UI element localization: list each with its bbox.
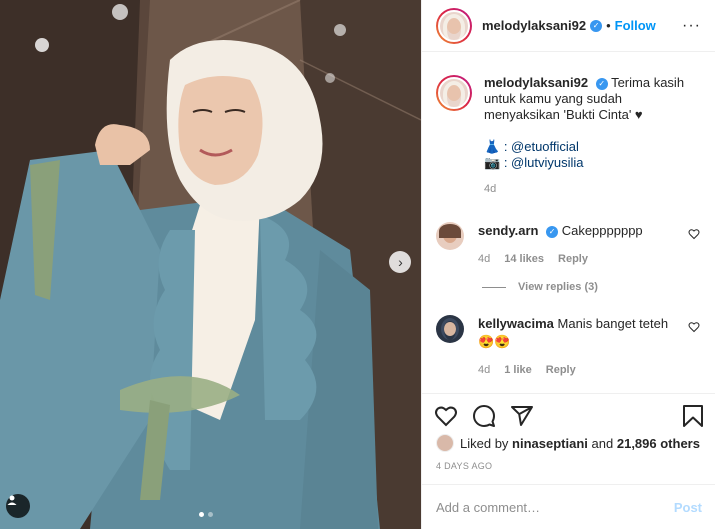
author-username[interactable]: melodylaksani92: [482, 18, 586, 33]
comment-time: 4d: [478, 364, 491, 376]
author-avatar[interactable]: [436, 7, 472, 44]
separator-dot: •: [606, 18, 611, 33]
photo-illustration: [0, 0, 421, 529]
caption-author-avatar[interactable]: [436, 75, 472, 111]
post-header: melodylaksani92 ✓ • Follow ···: [422, 0, 715, 52]
post-actions-bar: [422, 393, 715, 437]
post-photo[interactable]: ›: [0, 0, 421, 529]
carousel-next-button[interactable]: ›: [389, 251, 411, 273]
share-icon[interactable]: [510, 404, 534, 428]
liker-avatar[interactable]: [436, 434, 454, 452]
likes-prefix: Liked by: [460, 435, 509, 451]
comment-text: Cakeppppppp: [561, 223, 643, 238]
bookmark-icon[interactable]: [682, 404, 704, 428]
verified-badge-icon: ✓: [595, 77, 608, 90]
comment-like-heart-icon[interactable]: [688, 321, 700, 333]
comments-list[interactable]: melodylaksani92 ✓ Terima kasih untuk kam…: [422, 67, 715, 393]
comment-likes[interactable]: 1 like: [504, 361, 532, 379]
follow-button[interactable]: Follow: [615, 18, 656, 33]
carousel-indicator: [199, 512, 213, 517]
post-comment-button[interactable]: Post: [674, 500, 702, 515]
likes-count[interactable]: 21,896 others: [617, 436, 700, 451]
user-icon: [7, 495, 17, 505]
caption-credit-photo: 📷 : @lutviyusilia: [484, 155, 584, 170]
verified-badge-icon: ✓: [590, 19, 603, 32]
reply-button[interactable]: Reply: [558, 250, 588, 268]
carousel-dot-active: [199, 512, 204, 517]
commenter-username[interactable]: kellywacima: [478, 316, 554, 331]
post-caption: melodylaksani92 ✓ Terima kasih untuk kam…: [436, 75, 694, 197]
comment-time: 4d: [478, 253, 491, 265]
chevron-right-icon: ›: [398, 254, 403, 270]
add-comment-bar: Post: [422, 484, 715, 529]
comment-item: kellywacima Manis banget teteh 😍😍 4d 1 l…: [436, 315, 706, 379]
post-side-panel: melodylaksani92 ✓ • Follow ··· melodylak…: [421, 0, 715, 529]
commenter-avatar[interactable]: [436, 315, 464, 343]
reply-button[interactable]: Reply: [546, 361, 576, 379]
comment-like-heart-icon[interactable]: [688, 228, 700, 240]
likes-summary: Liked by ninaseptiani and 21,896 others: [436, 434, 700, 452]
post-date[interactable]: 4 DAYS AGO: [436, 461, 492, 471]
add-comment-input[interactable]: [436, 499, 674, 515]
comment-icon[interactable]: [472, 404, 496, 428]
comment-likes[interactable]: 14 likes: [504, 250, 544, 268]
tagged-users-button[interactable]: [6, 494, 30, 518]
heart-icon[interactable]: [434, 404, 458, 428]
liker-username[interactable]: ninaseptiani: [512, 436, 588, 451]
carousel-dot: [208, 512, 213, 517]
comment-item: sendy.arn ✓ Cakeppppppp 4d 14 likes Repl…: [436, 222, 706, 268]
caption-time: 4d: [484, 183, 497, 195]
likes-and: and: [591, 435, 614, 451]
caption-credit-outfit: 👗 : @etuofficial: [484, 139, 579, 154]
commenter-username[interactable]: sendy.arn: [478, 223, 538, 238]
caption-username[interactable]: melodylaksani92: [484, 75, 588, 90]
view-replies-button[interactable]: View replies (3): [482, 281, 598, 293]
more-options-icon[interactable]: ···: [682, 17, 701, 34]
verified-badge-icon: ✓: [546, 225, 559, 238]
commenter-avatar[interactable]: [436, 222, 464, 250]
